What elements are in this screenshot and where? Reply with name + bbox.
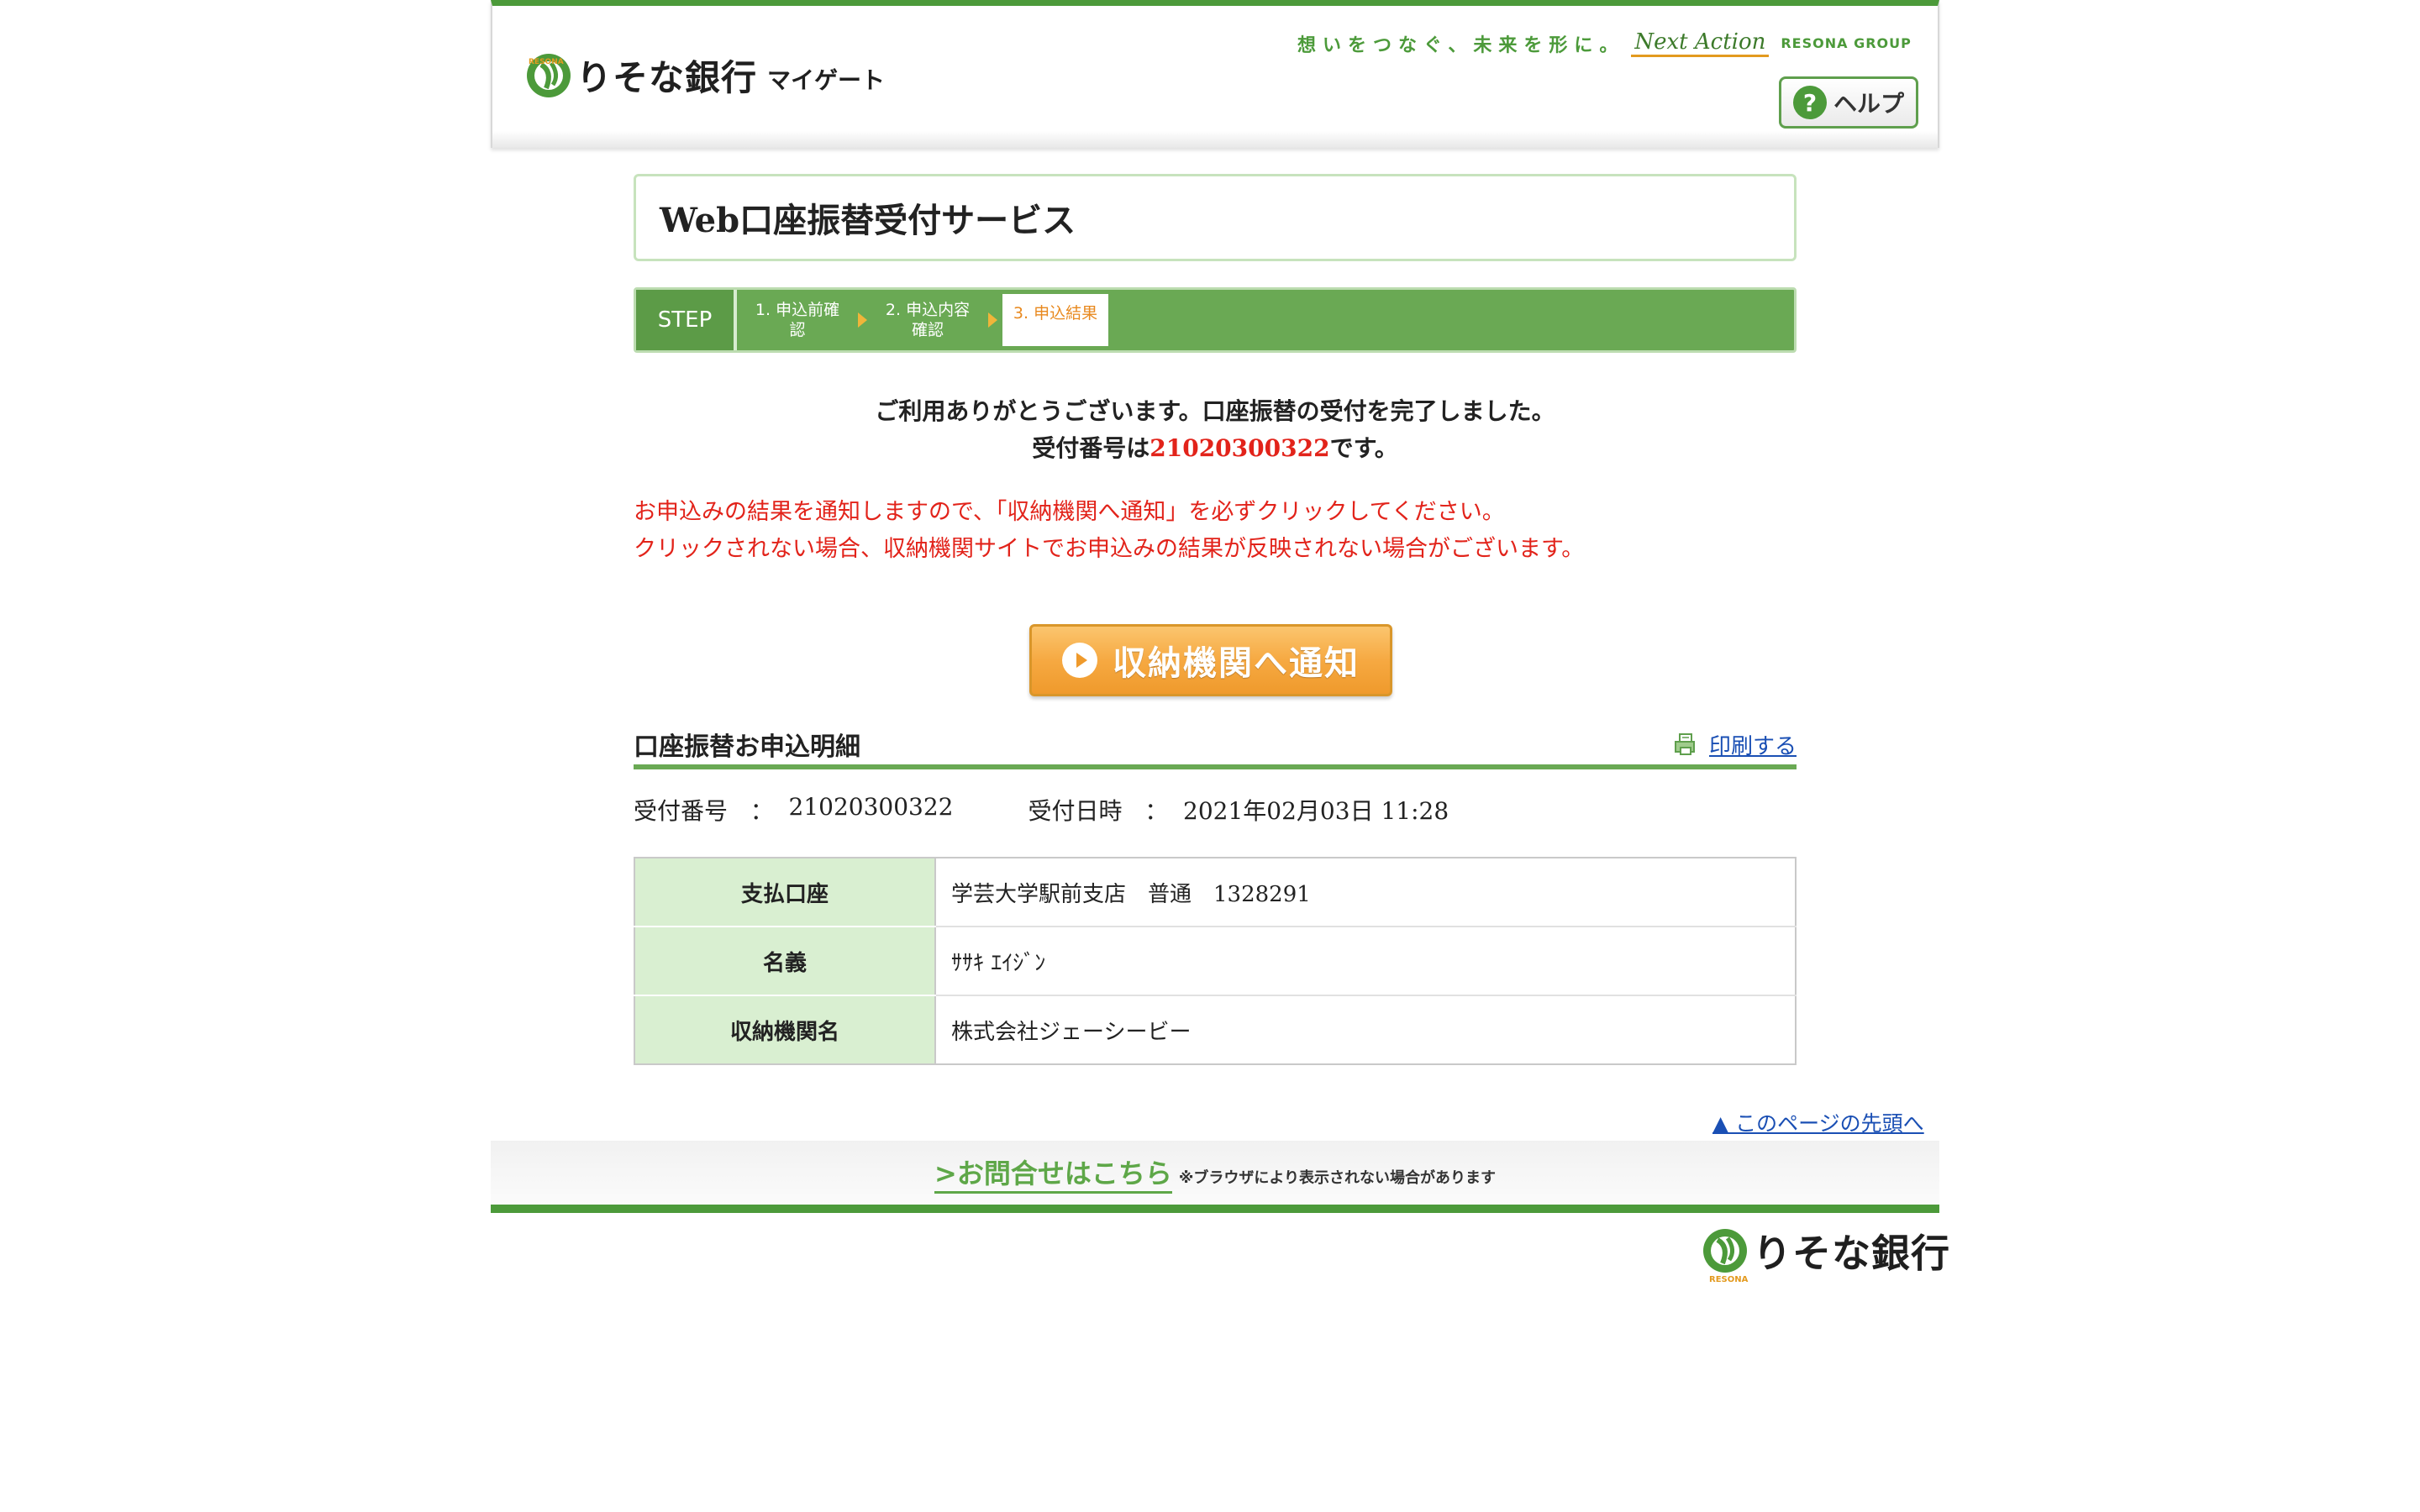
contact-bar: >お問合せはこちら ※ブラウザにより表示されない場合があります [491,1141,1939,1213]
receipt-datetime-value: 2021年02月03日 11:28 [1183,797,1449,825]
application-detail-table: 支払口座 学芸大学駅前支店 普通 1328291 名義 ｻｻｷ ｴｲｼﾞﾝ 収納… [634,857,1797,1065]
detail-title: 口座振替お申込明細 [634,732,860,762]
resona-logo-icon [1703,1229,1747,1273]
completion-message: ご利用ありがとうございます。口座振替の受付を完了しました。 受付番号は21020… [634,393,1797,467]
page-title: Web口座振替受付サービス [634,174,1797,261]
step-3-current: 3. 申込結果 [1002,294,1108,346]
contact-note: ※ブラウザにより表示されない場合があります [1178,1169,1496,1187]
footer-logo: りそな銀行 RESONA [1701,1223,1950,1284]
separator: ： [1122,797,1184,825]
resona-mygate-logo[interactable]: りそな銀行 マイゲート [524,50,885,101]
table-row: 収納機関名 株式会社ジェーシービー [634,995,1796,1064]
slogan-text: 想いをつなぐ、未来を形に。 [1297,34,1625,56]
step-1: 1. 申込前確認 [737,290,858,350]
notify-warning: お申込みの結果を通知しますので、「収納機関へ通知」を必ずクリックしてください。 … [634,494,1894,568]
notify-button-label: 収納機関へ通知 [1113,644,1360,683]
receipt-number: 21020300322 [1150,434,1330,462]
footer-logo-caption: RESONA [1709,1275,1749,1284]
site-header: りそな銀行 マイゲート RESONA 想いをつなぐ、未来を形に。 Next Ac… [491,0,1939,148]
row-label: 収納機関名 [634,995,936,1064]
row-value: ｻｻｷ ｴｲｼﾞﾝ [935,927,1796,996]
contact-link[interactable]: >お問合せはこちら [934,1152,1172,1194]
print-icon [1674,733,1695,755]
step-arrow-icon [988,312,997,328]
detail-section-header: 口座振替お申込明細 印刷する [634,724,1797,769]
receipt-number-value: 21020300322 [788,793,954,821]
page: りそな銀行 マイゲート RESONA 想いをつなぐ、未来を形に。 Next Ac… [0,0,2420,1512]
receipt-suffix: です。 [1329,434,1398,462]
group-slogan: 想いをつなぐ、未来を形に。 Next Action RESONA GROUP [1297,29,1912,57]
notify-institution-button[interactable]: 収納機関へ通知 [1029,624,1392,696]
bank-name: りそな銀行 [576,57,758,98]
step-2: 2. 申込内容確認 [867,290,988,350]
help-button[interactable]: ? ヘルプ [1779,76,1918,129]
logo-caption: RESONA [529,58,564,66]
step-arrow-icon [858,312,867,328]
step-progress: STEP 1. 申込前確認 2. 申込内容確認 3. 申込結果 [634,287,1797,353]
row-value: 株式会社ジェーシービー [951,1019,1192,1045]
step-2-label: 2. 申込内容確認 [885,301,971,339]
table-row: 名義 ｻｻｷ ｴｲｼﾞﾝ [634,927,1796,996]
separator: ： [728,797,789,825]
footer-bank-name: りそな銀行 [1753,1231,1950,1276]
slogan-brand: Next Action [1631,29,1770,57]
table-row: 支払口座 学芸大学駅前支店 普通 1328291 [634,858,1796,927]
help-label: ヘルプ [1833,90,1904,118]
warning-line-2: クリックされない場合、収納機関サイトでお申込みの結果が反映されない場合がございま… [634,536,1585,562]
service-name: マイゲート [767,66,886,94]
row-value: 学芸大学駅前支店 普通 1328291 [935,858,1796,927]
receipt-datetime-label: 受付日時 [1028,797,1123,825]
row-label: 名義 [634,927,936,996]
group-name: RESONA GROUP [1781,35,1912,51]
receipt-number-label: 受付番号 [634,797,729,825]
print-link[interactable]: 印刷する [1674,729,1797,760]
question-icon: ? [1792,86,1827,119]
thanks-text: ご利用ありがとうございます。口座振替の受付を完了しました。 [875,397,1555,425]
warning-line-1: お申込みの結果を通知しますので、「収納機関へ通知」を必ずクリックしてください。 [634,499,1505,525]
play-arrow-icon [1062,643,1097,678]
step-1-label: 1. 申込前確認 [755,301,840,339]
print-label: 印刷する [1708,733,1797,759]
row-label: 支払口座 [634,858,936,927]
receipt-info: 受付番号 ： 21020300322 受付日時 ： 2021年02月03日 11… [634,793,1449,827]
receipt-message: 受付番号は21020300322です。 [634,430,1797,467]
receipt-prefix: 受付番号は [1032,434,1150,462]
back-to-top-link[interactable]: ▲ このページの先頭へ [1712,1107,1924,1137]
step-label: STEP [636,290,737,350]
